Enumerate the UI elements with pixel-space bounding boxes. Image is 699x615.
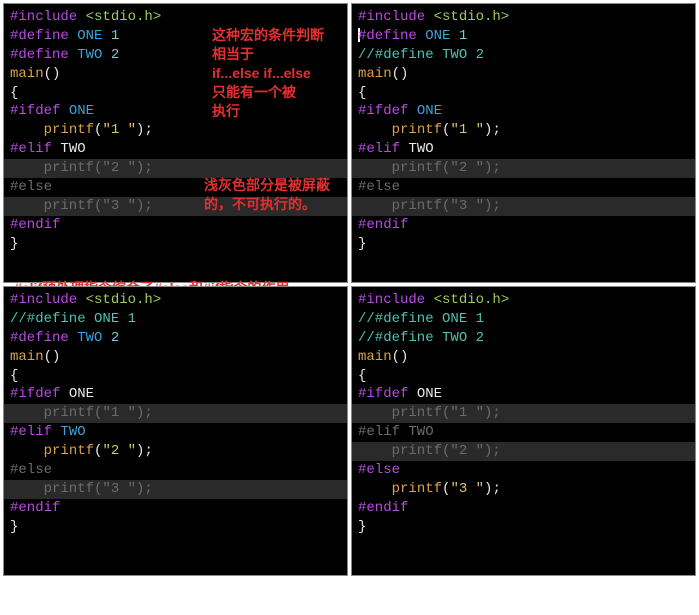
code-pane-4: #include <stdio.h> //#define ONE 1 //#de… — [351, 286, 696, 576]
macro-one: ONE — [417, 103, 442, 119]
macro-one: ONE — [417, 386, 442, 402]
kw-define: #define — [10, 47, 69, 63]
disabled-elif: #elif TWO — [358, 423, 689, 442]
kw-ifdef: #ifdef — [358, 103, 408, 119]
str-3: "3 " — [450, 481, 484, 497]
fn-printf: printf — [392, 481, 442, 497]
macro-two: TWO — [60, 141, 85, 157]
paren: ( — [44, 66, 52, 82]
code-pane-2: #include <stdio.h> #define ONE 1 //#defi… — [351, 3, 696, 283]
disabled-line: printf("2 "); — [358, 442, 689, 461]
str-1: "1 " — [102, 122, 136, 138]
comment-two: //#define TWO 2 — [358, 47, 484, 63]
brace: { — [10, 367, 341, 386]
macro-one: ONE — [77, 28, 102, 44]
disabled-line: printf("2 "); — [358, 159, 689, 178]
fn-main: main — [358, 66, 392, 82]
semicolon: ; — [144, 122, 152, 138]
header-stdio: <stdio.h> — [86, 9, 162, 25]
str-1: "1 " — [450, 122, 484, 138]
header-stdio: <stdio.h> — [434, 292, 510, 308]
semicolon: ; — [492, 481, 500, 497]
paren: ( — [44, 349, 52, 365]
header-stdio: <stdio.h> — [434, 9, 510, 25]
brace: } — [358, 518, 689, 537]
annotation-conditional: 这种宏的条件判断 相当于 if...else if...else 只能有一个被 … — [212, 26, 372, 120]
brace: { — [358, 84, 689, 103]
kw-endif: #endif — [358, 217, 408, 233]
kw-ifdef: #ifdef — [10, 103, 60, 119]
macro-one: ONE — [69, 386, 94, 402]
brace: } — [10, 235, 341, 254]
semicolon: ; — [144, 443, 152, 459]
disabled-line: printf("3 "); — [358, 197, 689, 216]
num-1: 1 — [111, 28, 119, 44]
kw-else-dim: #else — [358, 178, 689, 197]
kw-ifdef: #ifdef — [358, 386, 408, 402]
comment-two: //#define TWO 2 — [358, 330, 484, 346]
paren: ( — [392, 349, 400, 365]
macro-one: ONE — [69, 103, 94, 119]
kw-endif: #endif — [10, 500, 60, 516]
bottom-row: #include <stdio.h> //#define ONE 1 #defi… — [3, 286, 696, 576]
kw-elif: #elif — [10, 424, 52, 440]
fn-printf: printf — [44, 443, 94, 459]
header-stdio: <stdio.h> — [86, 292, 162, 308]
paren: ) — [400, 66, 408, 82]
kw-endif: #endif — [358, 500, 408, 516]
macro-two: TWO — [60, 424, 85, 440]
num-2: 2 — [111, 47, 119, 63]
top-row: #include <stdio.h> #define ONE 1 #define… — [3, 3, 696, 283]
paren: ) — [52, 66, 60, 82]
macro-two: TWO — [408, 141, 433, 157]
disabled-line: printf("1 "); — [10, 404, 341, 423]
paren: ) — [52, 349, 60, 365]
paren: ( — [392, 66, 400, 82]
kw-include: #include — [10, 292, 77, 308]
kw-include: #include — [10, 9, 77, 25]
kw-define: #define — [10, 28, 69, 44]
macro-two: TWO — [77, 330, 102, 346]
fn-main: main — [10, 349, 44, 365]
fn-printf: printf — [392, 122, 442, 138]
paren: ) — [400, 349, 408, 365]
macro-two: TWO — [77, 47, 102, 63]
kw-else: #else — [358, 462, 400, 478]
kw-ifdef: #ifdef — [10, 386, 60, 402]
code-pane-1: #include <stdio.h> #define ONE 1 #define… — [3, 3, 348, 283]
code-pane-3: #include <stdio.h> //#define ONE 1 #defi… — [3, 286, 348, 576]
num-1: 1 — [459, 28, 467, 44]
kw-include: #include — [358, 9, 425, 25]
kw-elif: #elif — [358, 141, 400, 157]
comment-one: //#define ONE 1 — [358, 311, 484, 327]
macro-one: ONE — [425, 28, 450, 44]
kw-define: #define — [10, 330, 69, 346]
comment-one: //#define ONE 1 — [10, 311, 136, 327]
disabled-line: printf("1 "); — [358, 404, 689, 423]
brace: { — [358, 367, 689, 386]
num-2: 2 — [111, 330, 119, 346]
kw-endif: #endif — [10, 217, 60, 233]
semicolon: ; — [492, 122, 500, 138]
kw-else-dim: #else — [10, 461, 341, 480]
fn-printf: printf — [44, 122, 94, 138]
brace: } — [358, 235, 689, 254]
kw-include: #include — [358, 292, 425, 308]
disabled-line: printf("3 "); — [10, 480, 341, 499]
brace: } — [10, 518, 341, 537]
kw-define: #define — [358, 28, 417, 44]
fn-main: main — [10, 66, 44, 82]
kw-elif: #elif — [10, 141, 52, 157]
fn-main: main — [358, 349, 392, 365]
str-2: "2 " — [102, 443, 136, 459]
